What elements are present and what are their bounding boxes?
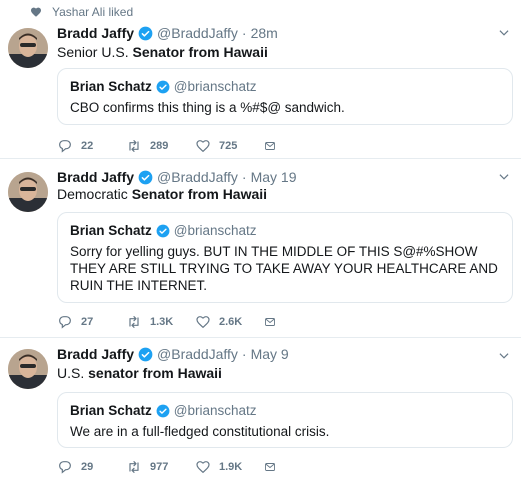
action-bar: 29 977 1.9K (57, 459, 284, 475)
reply-button[interactable]: 29 (57, 459, 126, 475)
action-bar: 22 289 725 (57, 138, 284, 154)
tweet[interactable]: Bradd Jaffy @BraddJaffy · 28m Senior U.S… (0, 22, 521, 158)
verified-badge-icon (156, 80, 170, 93)
tweet-text-plain: U.S. (57, 365, 89, 381)
tweet-text-bold: senator from Hawaii (88, 365, 222, 381)
separator: · (241, 346, 247, 362)
like-button[interactable]: 2.6K (195, 314, 264, 330)
tweet-header: Bradd Jaffy @BraddJaffy · 28m (57, 25, 278, 41)
quoted-text: CBO confirms this thing is a %#$@ sandwi… (70, 100, 345, 115)
quoted-author-handle: @brianschatz (173, 223, 257, 238)
verified-badge-icon (156, 224, 170, 237)
direct-message-icon (265, 318, 275, 326)
chevron-down-icon[interactable] (497, 349, 511, 363)
direct-message-button[interactable] (264, 459, 284, 475)
tweet-text-plain: Senior U.S. (57, 44, 133, 60)
tweet[interactable]: Bradd Jaffy @BraddJaffy · May 19 Democra… (0, 166, 521, 332)
retweet-icon (129, 316, 139, 328)
quoted-author-handle: @brianschatz (173, 403, 257, 418)
tweet[interactable]: Bradd Jaffy @BraddJaffy · May 9 U.S. sen… (0, 343, 521, 483)
tweet-text: Senior U.S. Senator from Hawaii (57, 44, 268, 60)
separator: · (241, 25, 247, 41)
quoted-tweet[interactable]: Brian Schatz @brianschatz CBO confirms t… (57, 68, 513, 125)
chevron-down-icon[interactable] (497, 170, 511, 184)
reply-icon (59, 140, 71, 153)
author-handle[interactable]: @BraddJaffy (157, 346, 238, 362)
author-name[interactable]: Bradd Jaffy (57, 25, 134, 41)
author-handle[interactable]: @BraddJaffy (157, 25, 238, 41)
avatar[interactable] (8, 349, 48, 389)
direct-message-button[interactable] (264, 314, 284, 330)
direct-message-button[interactable] (264, 138, 284, 154)
reply-button[interactable]: 22 (57, 138, 126, 154)
author-name[interactable]: Bradd Jaffy (57, 169, 134, 185)
timestamp[interactable]: 28m (251, 25, 278, 41)
reply-count: 22 (81, 140, 94, 152)
author-name[interactable]: Bradd Jaffy (57, 346, 134, 362)
retweet-button[interactable]: 289 (126, 138, 195, 154)
direct-message-icon (265, 463, 275, 471)
like-count: 2.6K (219, 316, 243, 328)
retweet-count: 977 (150, 461, 169, 473)
tweet-text: U.S. senator from Hawaii (57, 365, 222, 381)
like-icon (196, 316, 210, 329)
tweet-header: Bradd Jaffy @BraddJaffy · May 9 (57, 346, 289, 362)
verified-badge-icon (138, 170, 153, 184)
like-icon (196, 140, 210, 153)
action-bar: 27 1.3K 2.6K (57, 314, 284, 330)
avatar[interactable] (8, 28, 48, 68)
timestamp[interactable]: May 9 (251, 346, 289, 362)
retweet-icon (129, 461, 139, 473)
reply-icon (59, 316, 71, 329)
verified-badge-icon (138, 26, 153, 40)
retweet-button[interactable]: 1.3K (126, 314, 195, 330)
liked-by-label[interactable]: Yashar Ali liked (52, 5, 133, 19)
quoted-author-name: Brian Schatz (70, 79, 152, 94)
quoted-text: Sorry for yelling guys. BUT IN THE MIDDL… (70, 244, 498, 293)
verified-badge-icon (138, 347, 153, 361)
chevron-down-icon[interactable] (497, 26, 511, 40)
tweet-divider (0, 158, 521, 159)
tweet-text-plain: Democratic (57, 186, 132, 202)
quoted-author-name: Brian Schatz (70, 403, 152, 418)
avatar[interactable] (8, 172, 48, 212)
direct-message-icon (265, 142, 275, 150)
retweet-button[interactable]: 977 (126, 459, 195, 475)
like-button[interactable]: 1.9K (195, 459, 264, 475)
tweet-header: Bradd Jaffy @BraddJaffy · May 19 (57, 169, 297, 185)
retweet-icon (129, 140, 139, 152)
tweet-text-bold: Senator from Hawaii (131, 186, 268, 202)
quoted-tweet[interactable]: Brian Schatz @brianschatz We are in a fu… (57, 392, 513, 448)
quoted-author-name: Brian Schatz (70, 223, 152, 238)
retweet-count: 289 (150, 140, 169, 152)
tweet-divider (0, 337, 521, 338)
separator: · (241, 169, 247, 185)
author-handle[interactable]: @BraddJaffy (157, 169, 238, 185)
timestamp[interactable]: May 19 (251, 169, 297, 185)
quoted-text: We are in a full-fledged constitutional … (70, 424, 330, 439)
retweet-count: 1.3K (150, 316, 174, 328)
tweet-text-bold: Senator from Hawaii (132, 44, 268, 60)
reply-icon (59, 461, 71, 474)
verified-badge-icon (156, 404, 170, 417)
like-count: 1.9K (219, 461, 243, 473)
like-count: 725 (219, 140, 238, 152)
reply-count: 27 (81, 316, 94, 328)
like-icon (196, 461, 210, 474)
reply-button[interactable]: 27 (57, 314, 126, 330)
tweet-text: Democratic Senator from Hawaii (57, 186, 267, 202)
heart-icon (31, 7, 41, 17)
social-context: Yashar Ali liked (30, 4, 133, 20)
reply-count: 29 (81, 461, 94, 473)
like-button[interactable]: 725 (195, 138, 264, 154)
quoted-author-handle: @brianschatz (173, 79, 257, 94)
quoted-tweet[interactable]: Brian Schatz @brianschatz Sorry for yell… (57, 212, 513, 303)
